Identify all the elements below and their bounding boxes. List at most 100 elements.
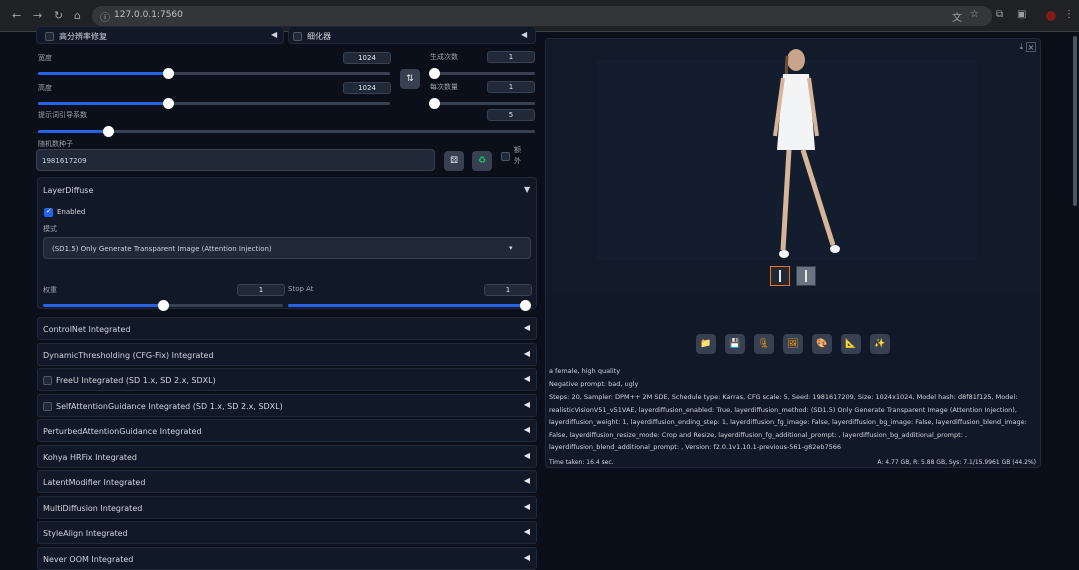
back-icon[interactable]: ← <box>12 9 21 22</box>
thumbnail-1[interactable] <box>770 266 790 286</box>
batch-size-slider[interactable] <box>429 98 535 109</box>
width-input[interactable]: 1024 <box>343 52 391 64</box>
stop-at-slider-fill <box>288 304 525 307</box>
site-info-icon[interactable]: ⓘ <box>100 9 110 24</box>
mode-select[interactable]: (SD1.5) Only Generate Transparent Image … <box>43 237 531 259</box>
batch-count-slider-thumb[interactable] <box>429 68 440 79</box>
tab-search-icon[interactable]: ▣ <box>1017 9 1026 20</box>
bookmark-star-icon[interactable]: ☆ <box>970 9 979 20</box>
refiner-checkbox[interactable] <box>293 32 302 41</box>
accordion-item[interactable]: Kohya HRFix Integrated ◀ <box>37 444 537 468</box>
caret-down-icon[interactable]: ▼ <box>524 185 530 194</box>
batch-count-slider[interactable] <box>429 68 535 79</box>
folder-icon[interactable]: 📁 <box>696 334 716 354</box>
width-slider[interactable] <box>38 68 390 79</box>
scrollbar-thumb[interactable] <box>1073 36 1077 206</box>
forward-icon[interactable]: → <box>33 9 42 22</box>
caret-left-icon[interactable]: ◀ <box>524 451 530 460</box>
translate-icon[interactable]: 文 <box>952 9 962 24</box>
triangle-ruler-icon[interactable]: 📐 <box>841 334 861 354</box>
seed-label: 随机数种子 <box>38 140 73 148</box>
stop-at-slider-thumb[interactable] <box>520 300 531 311</box>
caret-left-icon[interactable]: ◀ <box>524 374 530 383</box>
caret-left-icon[interactable]: ◀ <box>521 30 527 39</box>
close-icon[interactable]: × <box>1026 42 1036 52</box>
width-label: 宽度 <box>38 54 52 62</box>
caret-left-icon[interactable]: ◀ <box>271 30 277 39</box>
accordion-label: LatentModifier Integrated <box>43 478 146 487</box>
dice-icon[interactable]: ⚄ <box>444 151 464 171</box>
stop-at-input[interactable]: 1 <box>484 284 532 296</box>
cfg-scale-input[interactable]: 5 <box>487 109 535 121</box>
weight-input[interactable]: 1 <box>237 284 285 296</box>
extra-seed-checkbox[interactable] <box>501 152 510 161</box>
menu-icon[interactable]: ⋮ <box>1064 9 1074 20</box>
home-icon[interactable]: ⌂ <box>74 9 81 22</box>
cfg-scale-slider[interactable] <box>38 126 535 137</box>
width-slider-thumb[interactable] <box>163 68 175 79</box>
caret-left-icon[interactable]: ◀ <box>524 553 530 562</box>
address-bar[interactable]: ⓘ 127.0.0.1:7560 <box>92 6 992 26</box>
caret-left-icon[interactable]: ◀ <box>524 425 530 434</box>
swap-dimensions-button[interactable]: ⇅ <box>400 69 420 89</box>
zip-icon[interactable]: 🗜 <box>754 334 774 354</box>
reload-icon[interactable]: ↻ <box>54 9 63 22</box>
layerdiffuse-enabled-checkbox[interactable] <box>44 207 53 217</box>
accordion-item[interactable]: StyleAlign Integrated ◀ <box>37 521 537 544</box>
mode-label: 模式 <box>43 225 57 233</box>
height-slider[interactable] <box>38 98 390 109</box>
image-icon[interactable]: 🖼 <box>783 334 803 354</box>
caret-left-icon[interactable]: ◀ <box>524 400 530 409</box>
weight-label: 权重 <box>43 286 57 294</box>
seed-input[interactable]: 1981617209 <box>36 149 435 171</box>
accordion-item[interactable]: SelfAttentionGuidance Integrated (SD 1.x… <box>37 393 537 417</box>
accordion-item[interactable]: LatentModifier Integrated ◀ <box>37 470 537 493</box>
accordion-item[interactable]: DynamicThresholding (CFG-Fix) Integrated… <box>37 342 537 366</box>
webui-page: 高分辨率修复 ◀ 细化器 ◀ 宽度 1024 高度 1024 ⇅ 生成次数 1 <box>0 26 1079 570</box>
profile-avatar[interactable] <box>1046 11 1056 21</box>
accordion-label: FreeU Integrated (SD 1.x, SD 2.x, SDXL) <box>56 376 216 385</box>
layerdiffuse-panel: LayerDiffuse ▼ Enabled 模式 (SD1.5) Only G… <box>37 177 537 309</box>
accordion-item[interactable]: Never OOM Integrated ◀ <box>37 546 537 570</box>
width-slider-fill <box>38 72 169 75</box>
palette-icon[interactable]: 🎨 <box>812 334 832 354</box>
cfg-scale-slider-thumb[interactable] <box>102 126 114 137</box>
download-icon[interactable]: ⤓ <box>1019 42 1023 52</box>
batch-size-input[interactable]: 1 <box>487 81 535 93</box>
batch-count-input[interactable]: 1 <box>487 51 535 63</box>
stop-at-slider[interactable] <box>288 300 531 311</box>
weight-slider[interactable] <box>43 300 283 311</box>
caret-left-icon[interactable]: ◀ <box>524 502 530 511</box>
refiner-dropdown[interactable]: 细化器 ◀ <box>288 26 536 44</box>
accordion-item[interactable]: ControlNet Integrated ◀ <box>37 317 537 340</box>
seed-value: 1981617209 <box>42 157 87 165</box>
recycle-icon[interactable]: ♻ <box>472 151 492 171</box>
extensions-icon[interactable]: ⧉ <box>996 9 1003 20</box>
mode-value: (SD1.5) Only Generate Transparent Image … <box>52 245 272 253</box>
hires-fix-checkbox[interactable] <box>45 32 54 41</box>
hires-fix-dropdown[interactable]: 高分辨率修复 ◀ <box>36 26 284 44</box>
settings-panel: 高分辨率修复 ◀ 细化器 ◀ 宽度 1024 高度 1024 ⇅ 生成次数 1 <box>34 26 542 570</box>
accordion-checkbox[interactable] <box>43 376 52 385</box>
page-scrollbar[interactable] <box>1071 32 1079 569</box>
accordion-item[interactable]: FreeU Integrated (SD 1.x, SD 2.x, SDXL) ◀ <box>37 368 537 391</box>
thumbnail-2[interactable] <box>796 266 816 286</box>
accordion-item[interactable]: MultiDiffusion Integrated ◀ <box>37 495 537 519</box>
height-input[interactable]: 1024 <box>343 82 391 94</box>
caret-left-icon[interactable]: ◀ <box>524 527 530 536</box>
vram-usage-text: A: 4.77 GB, R: 5.88 GB, Sys: 7.1/15.9961… <box>877 459 1036 466</box>
accordion-label: Kohya HRFix Integrated <box>43 452 137 462</box>
save-icon[interactable]: 💾 <box>725 334 745 354</box>
time-taken-text: Time taken: 16.4 sec. <box>549 459 614 466</box>
caret-left-icon[interactable]: ◀ <box>524 323 530 332</box>
sparkle-icon[interactable]: ✨ <box>870 334 890 354</box>
accordion-item[interactable]: PerturbedAttentionGuidance Integrated ◀ <box>37 419 537 442</box>
caret-left-icon[interactable]: ◀ <box>524 476 530 485</box>
weight-slider-thumb[interactable] <box>158 300 169 311</box>
batch-size-slider-thumb[interactable] <box>429 98 440 109</box>
height-slider-thumb[interactable] <box>163 98 175 109</box>
accordion-checkbox[interactable] <box>43 401 52 411</box>
generated-image[interactable] <box>547 40 1039 292</box>
parameter-line: Steps: 20, Sampler: DPM++ 2M SDE, Schedu… <box>549 393 1018 401</box>
caret-left-icon[interactable]: ◀ <box>524 349 530 358</box>
